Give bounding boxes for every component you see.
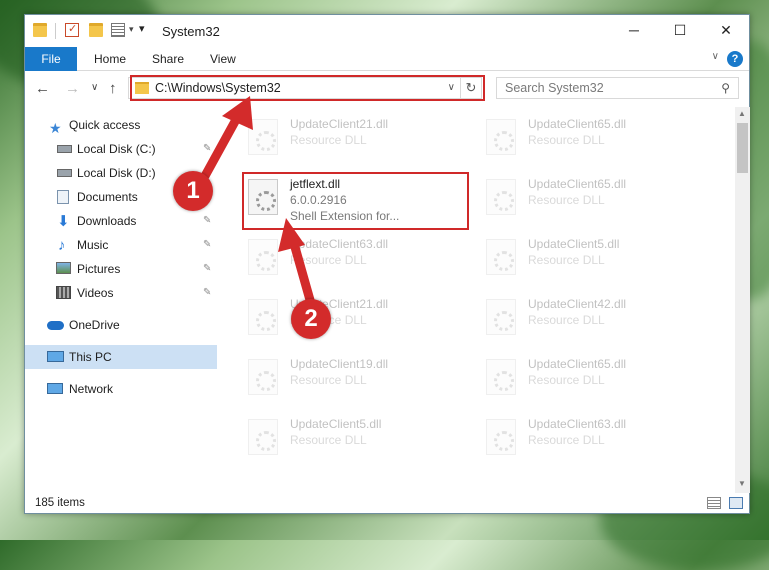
callout-arrow-2	[278, 218, 315, 305]
callout-badge-1: 1	[173, 171, 213, 211]
callout-arrows	[200, 96, 315, 305]
callout-arrow-1	[200, 96, 253, 181]
callout-badge-2: 2	[291, 299, 331, 339]
